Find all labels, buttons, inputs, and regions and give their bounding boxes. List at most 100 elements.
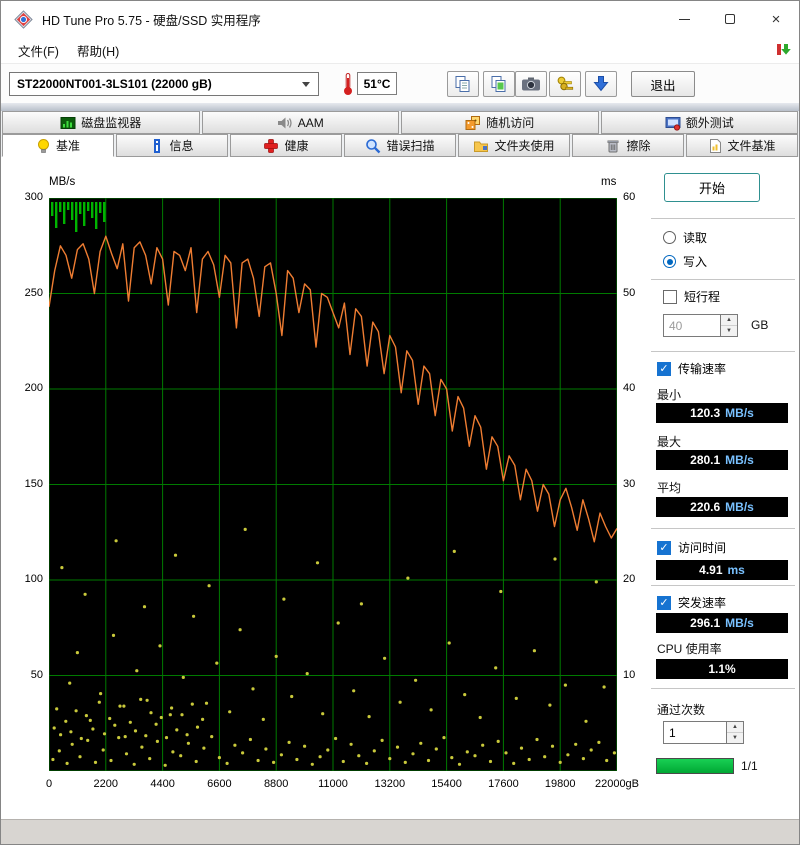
cpu-usage-value: 1.1% [656, 659, 788, 679]
folder-icon [473, 138, 489, 154]
tab-health[interactable]: 健康 [230, 134, 342, 157]
tab-disk-monitor[interactable]: 磁盘监视器 [2, 111, 200, 134]
drive-select[interactable]: ST22000NT001-3LS101 (22000 gB) [9, 72, 319, 96]
tab-label: AAM [297, 115, 324, 130]
tab-file-benchmark[interactable]: 文件基准 [686, 134, 798, 157]
max-label: 最大 [657, 435, 682, 449]
divider [651, 528, 795, 529]
read-option[interactable]: 读取 [663, 229, 707, 246]
copy-image-button[interactable] [483, 71, 515, 97]
pass-count-input[interactable] [663, 721, 727, 744]
x-tick: 17600 [488, 778, 519, 790]
camera-icon [522, 77, 540, 91]
menu-file[interactable]: 文件(F) [9, 38, 68, 63]
burst-rate-option[interactable]: 突发速率 [657, 594, 726, 611]
speaker-icon [277, 115, 293, 131]
write-radio[interactable] [663, 255, 676, 268]
y-left-tick: 150 [24, 477, 43, 490]
spin-down-button[interactable]: ▼ [721, 326, 737, 336]
tab-label: 文件基准 [727, 139, 776, 153]
options-button[interactable] [549, 71, 581, 97]
copy-text-button[interactable] [447, 71, 479, 97]
access-time-option[interactable]: 访问时间 [657, 539, 726, 556]
y-right-tick: 40 [623, 382, 636, 394]
max-number: 280.1 [690, 453, 721, 467]
burst-unit: MB/s [725, 616, 754, 630]
temperature-value: 51°C [357, 72, 397, 95]
x-tick: 4400 [150, 778, 175, 790]
benchmark-page: MB/s ms 开始 读取 写入 短行程 ▲ [1, 157, 799, 819]
progress-text: 1/1 [741, 759, 758, 773]
y-right-unit: ms [601, 176, 617, 188]
tab-label: 文件夹使用 [494, 139, 555, 153]
tab-label: 信息 [169, 139, 194, 153]
spin-up-button[interactable]: ▲ [727, 722, 743, 733]
close-button[interactable]: × [753, 1, 799, 37]
hdtune-window: HD Tune Pro 5.75 - 硬盘/SSD 实用程序 × 文件(F) 帮… [0, 0, 800, 845]
tab-info[interactable]: 信息 [116, 134, 228, 157]
bulb-icon [36, 138, 51, 154]
min-unit: MB/s [725, 406, 754, 420]
access-time-checkbox[interactable] [657, 540, 671, 555]
short-stroke-input[interactable] [663, 314, 721, 337]
tab-error-scan[interactable]: 错误扫描 [344, 134, 456, 157]
x-tick: 8800 [263, 778, 289, 790]
app-icon [14, 9, 33, 29]
disk-monitor-icon [60, 115, 76, 131]
toolbar-separator [1, 103, 799, 111]
short-stroke-spinner: ▲ ▼ [721, 314, 738, 337]
file-benchmark-icon [708, 138, 722, 154]
benchmark-chart [49, 198, 617, 771]
start-button[interactable]: 开始 [664, 173, 760, 202]
x-tick: 0 [45, 778, 53, 790]
avg-number: 220.6 [690, 500, 721, 514]
tab-row-secondary: 磁盘监视器 AAM 随机访问 额外测试 [1, 111, 799, 134]
tab-label: 错误扫描 [386, 139, 435, 153]
transfer-rate-option[interactable]: 传输速率 [657, 360, 726, 377]
y-right-tick: 20 [623, 573, 636, 585]
burst-rate-value: 296.1 MB/s [656, 613, 788, 633]
maximize-button[interactable] [707, 1, 753, 37]
divider [651, 688, 795, 689]
exit-button[interactable]: 退出 [631, 71, 695, 97]
tab-aam[interactable]: AAM [201, 111, 399, 134]
spin-up-button[interactable]: ▲ [721, 315, 737, 326]
short-stroke-option[interactable]: 短行程 [663, 288, 720, 305]
burst-rate-checkbox[interactable] [657, 595, 671, 610]
download-arrow-icon [593, 76, 609, 92]
write-option[interactable]: 写入 [663, 253, 707, 270]
divider [651, 351, 795, 352]
health-cross-icon [263, 138, 279, 154]
spin-down-button[interactable]: ▼ [727, 733, 743, 743]
short-stroke-checkbox[interactable] [663, 289, 677, 304]
y-right-tick: 10 [623, 668, 636, 681]
screenshot-button[interactable] [515, 71, 547, 97]
tab-erase[interactable]: 擦除 [572, 134, 684, 157]
tab-folder-usage[interactable]: 文件夹使用 [458, 134, 570, 157]
copy-image-icon [491, 76, 506, 92]
menu-help[interactable]: 帮助(H) [68, 38, 128, 63]
drive-select-value: ST22000NT001-3LS101 (22000 gB) [17, 77, 212, 91]
avg-value: 220.6 MB/s [656, 497, 788, 517]
chevron-down-icon [296, 74, 316, 94]
gb-unit-label: GB [751, 318, 769, 332]
min-label: 最小 [657, 388, 682, 402]
transfer-rate-checkbox[interactable] [657, 361, 671, 376]
titlebar: HD Tune Pro 5.75 - 硬盘/SSD 实用程序 × [1, 1, 799, 37]
y-left-tick: 100 [24, 573, 43, 585]
tray-temp-icon[interactable] [776, 42, 792, 62]
save-results-button[interactable] [585, 71, 617, 97]
minimize-button[interactable] [661, 1, 707, 37]
tab-label: 额外测试 [685, 116, 734, 130]
extra-tests-icon [665, 115, 681, 131]
tab-extra-tests[interactable]: 额外测试 [600, 111, 798, 134]
y-left-tick: 200 [24, 382, 43, 394]
x-tick: 2200 [93, 778, 119, 790]
read-radio[interactable] [663, 231, 676, 244]
tab-benchmark[interactable]: 基准 [2, 134, 114, 157]
tab-row-primary: 基准 信息 健康 错误扫描 文件夹使用 擦除 文件基准 [1, 134, 799, 157]
y-right-tick: 60 [623, 191, 636, 203]
tab-label: 磁盘监视器 [81, 116, 142, 130]
tab-random-access[interactable]: 随机访问 [401, 111, 599, 134]
cpu-usage-label: CPU 使用率 [657, 642, 722, 656]
